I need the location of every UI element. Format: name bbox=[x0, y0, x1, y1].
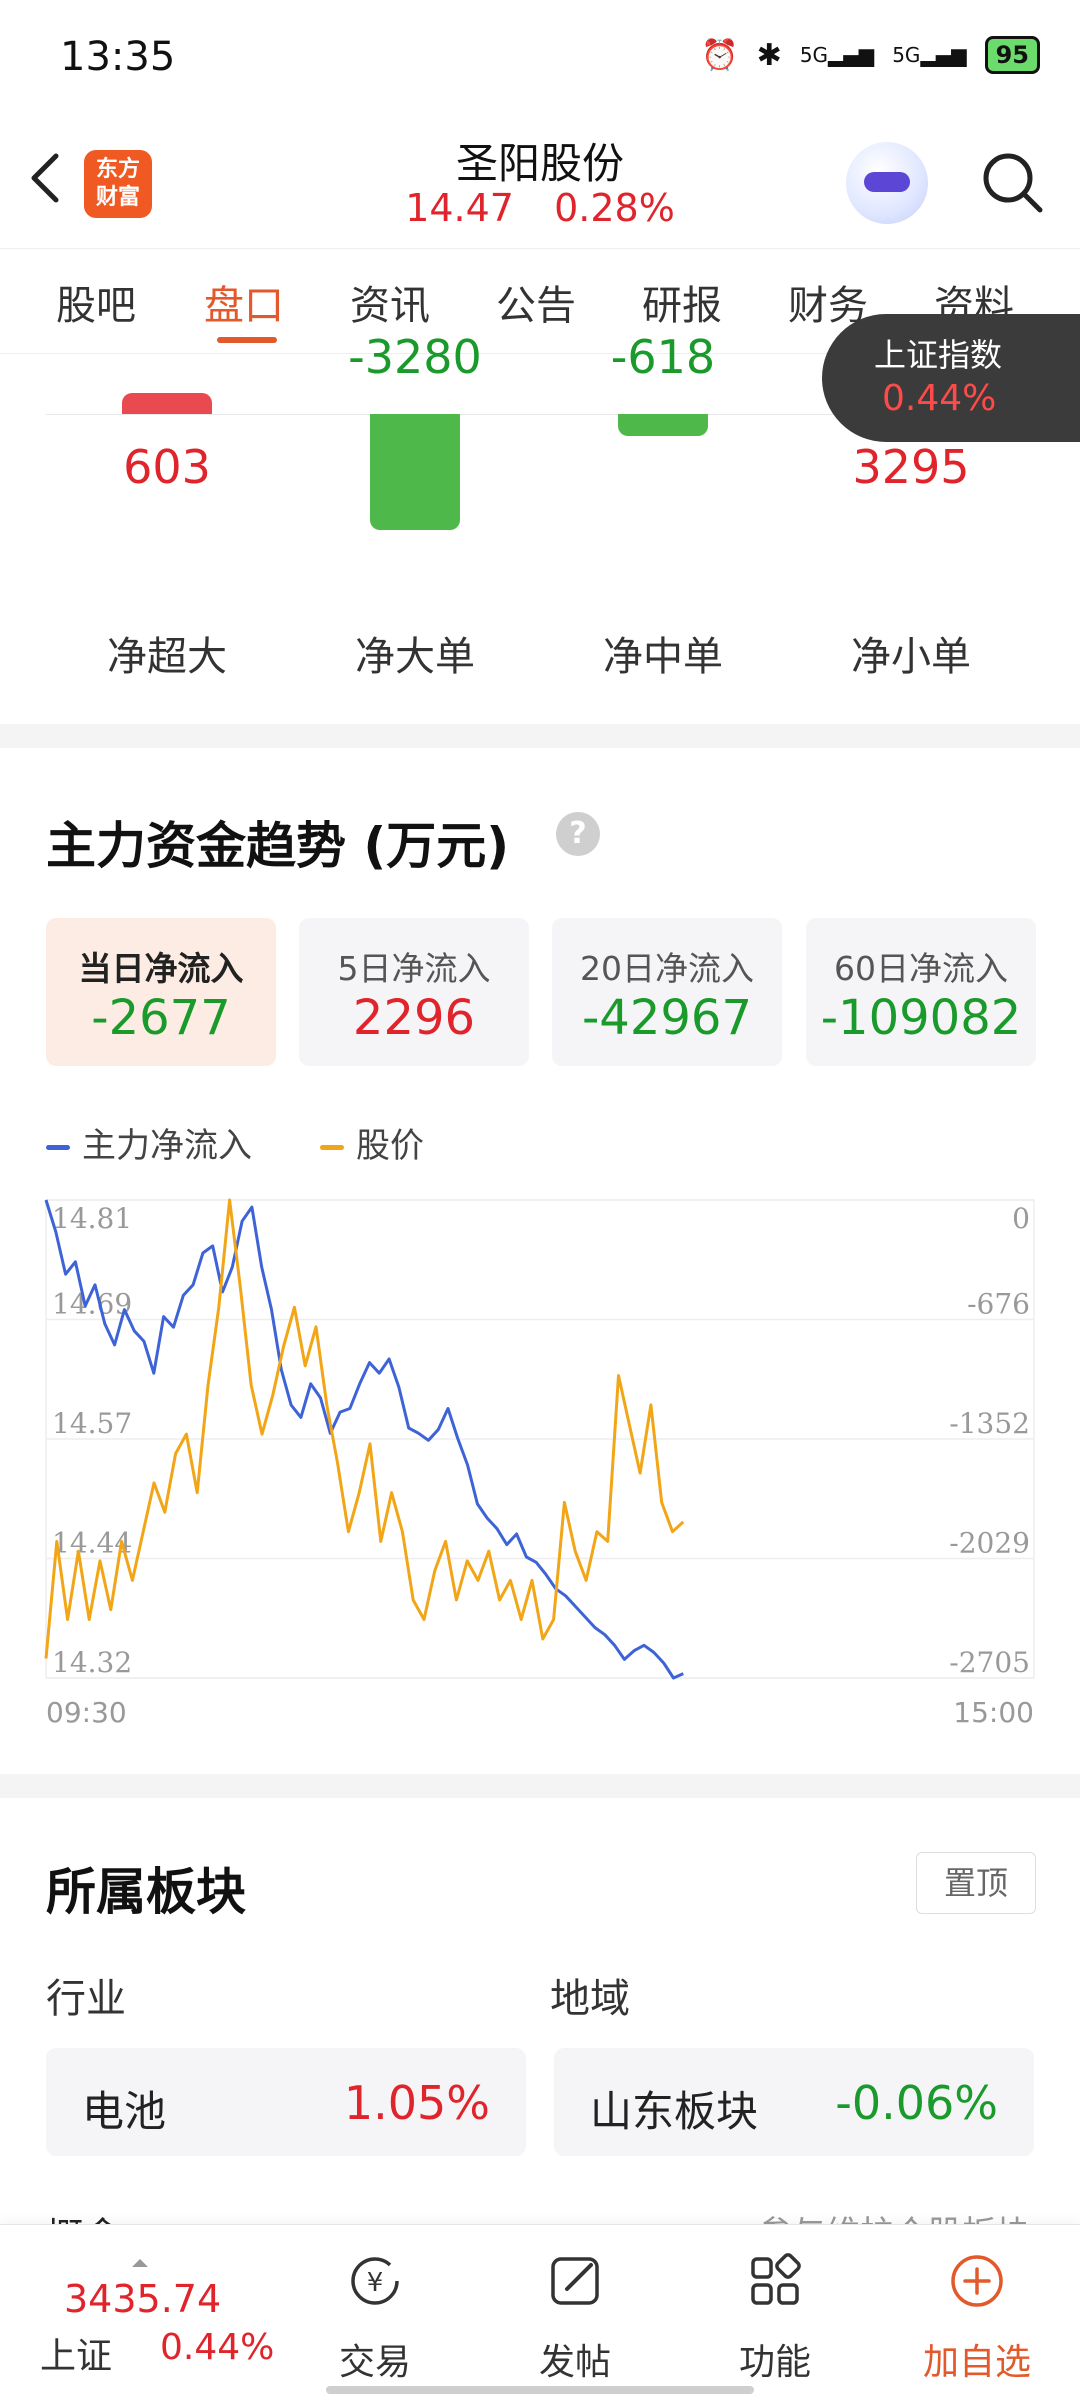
flow-period-cards: 当日净流入 -2677 5日净流入 2296 20日净流入 -42967 60日… bbox=[46, 918, 1036, 1066]
battery-icon: 95 bbox=[984, 36, 1040, 74]
status-icons: ⏰ ✱ 5G▂▄▆ 5G▂▄▆ 95 bbox=[701, 36, 1040, 74]
legend-swatch-blue bbox=[46, 1145, 70, 1150]
tab-guba[interactable]: 股吧 bbox=[56, 273, 136, 331]
card-20day[interactable]: 20日净流入 -42967 bbox=[552, 918, 782, 1066]
trade-icon: ¥ bbox=[351, 2257, 399, 2305]
legend-main-flow: 主力净流入 bbox=[46, 1118, 252, 1167]
right-axis-tick: -2029 bbox=[949, 1527, 1030, 1560]
main-flow-chart[interactable]: 14.81 014.69 -67614.57 -135214.44 -202914.32… bbox=[0, 1190, 1080, 1740]
net-flow-value: -3280 bbox=[348, 330, 482, 384]
nav-add-watchlist[interactable]: 加自选 bbox=[912, 2237, 1042, 2387]
header: 东方 财富 圣阳股份 14.47 0.28% bbox=[0, 120, 1080, 248]
grid-icon bbox=[751, 2253, 801, 2305]
floating-index-widget[interactable]: 上证指数 0.44% bbox=[822, 314, 1080, 442]
compose-icon bbox=[551, 2257, 599, 2305]
x-axis-tick: 09:30 bbox=[46, 1696, 127, 1729]
tab-news[interactable]: 资讯 bbox=[350, 273, 430, 331]
sector-region-card[interactable]: 山东板块 -0.06% bbox=[554, 2048, 1034, 2156]
bluetooth-icon: ✱ bbox=[756, 37, 782, 73]
plus-circle-icon bbox=[951, 2255, 1003, 2307]
net-flow-label: 净小单 bbox=[851, 634, 971, 680]
home-indicator bbox=[326, 2386, 754, 2394]
legend-swatch-orange bbox=[320, 1145, 344, 1150]
right-axis-tick: -676 bbox=[967, 1288, 1030, 1321]
net-flow-label: 净超大 bbox=[107, 634, 227, 680]
search-icon[interactable] bbox=[976, 146, 1048, 218]
legend-price: 股价 bbox=[320, 1118, 424, 1167]
net-flow-bar bbox=[618, 414, 708, 436]
active-tab-indicator bbox=[217, 337, 277, 343]
tab-announcements[interactable]: 公告 bbox=[496, 273, 576, 331]
floating-index-pct: 0.44% bbox=[882, 378, 997, 419]
net-flow-value: 3295 bbox=[852, 440, 970, 494]
left-axis-tick: 14.57 bbox=[52, 1407, 132, 1440]
bottom-nav: 3435.74 上证 0.44% ¥ 交易 发帖 功能 加自选 bbox=[0, 2224, 1080, 2401]
caret-up-icon bbox=[132, 2259, 148, 2267]
signal-icon: 5G▂▄▆ bbox=[799, 43, 875, 67]
alarm-icon: ⏰ bbox=[701, 37, 739, 73]
net-flow-label: 净中单 bbox=[603, 634, 723, 680]
price-series-line bbox=[44, 1198, 685, 1659]
left-axis-tick: 14.32 bbox=[52, 1646, 132, 1679]
tab-research[interactable]: 研报 bbox=[642, 273, 722, 331]
net-flow-bar bbox=[370, 414, 460, 531]
card-5day[interactable]: 5日净流入 2296 bbox=[299, 918, 529, 1066]
tab-pankou[interactable]: 盘口 bbox=[204, 273, 284, 331]
pin-top-button[interactable]: 置顶 bbox=[916, 1852, 1036, 1914]
nav-functions[interactable]: 功能 bbox=[710, 2237, 840, 2387]
net-flow-value: 603 bbox=[123, 440, 211, 494]
net-flow-label: 净大单 bbox=[355, 634, 475, 680]
card-60day[interactable]: 60日净流入 -109082 bbox=[806, 918, 1036, 1066]
region-label: 地域 bbox=[550, 1976, 630, 2022]
trend-title: 主力资金趋势 (万元) bbox=[46, 817, 510, 875]
card-today[interactable]: 当日净流入 -2677 bbox=[46, 918, 276, 1066]
right-axis-tick: -2705 bbox=[949, 1646, 1030, 1679]
svg-text:¥: ¥ bbox=[367, 2268, 384, 2298]
right-axis-tick: 0 bbox=[1012, 1202, 1030, 1235]
sector-industry-card[interactable]: 电池 1.05% bbox=[46, 2048, 526, 2156]
net-flow-bar bbox=[122, 392, 212, 414]
stock-price: 14.47 bbox=[405, 186, 514, 230]
left-axis-tick: 14.81 bbox=[52, 1202, 132, 1235]
signal-icon-2: 5G▂▄▆ bbox=[892, 43, 967, 67]
status-bar: 13:35 ⏰ ✱ 5G▂▄▆ 5G▂▄▆ 95 bbox=[0, 0, 1080, 120]
x-axis-tick: 15:00 bbox=[953, 1696, 1034, 1729]
status-time: 13:35 bbox=[60, 34, 176, 80]
nav-trade[interactable]: ¥ 交易 bbox=[310, 2237, 440, 2387]
floating-index-label: 上证指数 bbox=[874, 336, 1003, 374]
stock-change-pct: 0.28% bbox=[554, 186, 675, 230]
net-flow-value: -618 bbox=[610, 330, 716, 384]
bottom-index-widget[interactable]: 3435.74 上证 0.44% bbox=[40, 2249, 290, 2377]
industry-label: 行业 bbox=[46, 1976, 126, 2022]
assistant-robot-icon[interactable] bbox=[846, 142, 928, 224]
sector-title: 所属板块 bbox=[46, 1863, 246, 1921]
right-axis-tick: -1352 bbox=[949, 1407, 1030, 1440]
help-icon[interactable]: ? bbox=[556, 812, 600, 856]
nav-post[interactable]: 发帖 bbox=[510, 2237, 640, 2387]
